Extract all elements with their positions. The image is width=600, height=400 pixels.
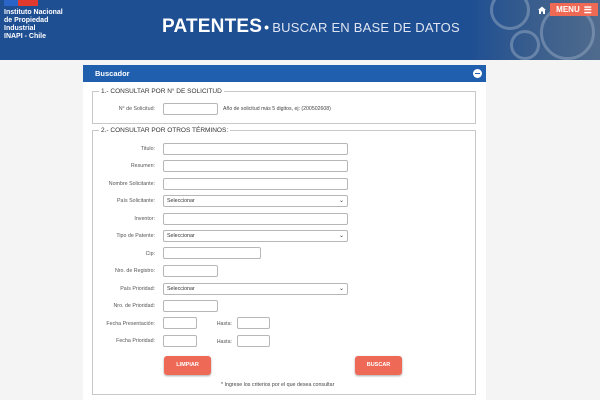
menu-label: MENU <box>556 5 580 14</box>
section-solicitud-legend: 1.- CONSULTAR POR N° DE SOLICITUD <box>99 88 224 95</box>
criteria-note: * Ingrese los criterios por el que desea… <box>221 382 334 388</box>
cip-label: Cip: <box>95 251 155 257</box>
chevron-down-icon: ⌄ <box>339 231 344 241</box>
solicitante-label: Nombre Solicitante: <box>95 181 155 187</box>
resumen-input[interactable] <box>163 160 348 172</box>
titulo-input[interactable] <box>163 143 348 155</box>
nro-registro-input[interactable] <box>163 265 218 277</box>
nro-prioridad-input[interactable] <box>163 300 218 312</box>
fecha-presentacion-hasta-input[interactable] <box>237 317 270 329</box>
fecha-prioridad-label: Fecha Prioridad: <box>95 338 155 344</box>
fecha-prioridad-hasta-input[interactable] <box>237 335 270 347</box>
pais-prioridad-select[interactable]: Seleccionar ⌄ <box>163 283 348 295</box>
nro-prioridad-label: Nro. de Prioridad: <box>95 303 155 309</box>
fecha-presentacion-label: Fecha Presentación: <box>95 321 155 327</box>
tipo-patente-value: Seleccionar <box>167 233 195 239</box>
buscador-panel-header[interactable]: Buscador <box>83 65 486 82</box>
panel-title: Buscador <box>95 69 130 78</box>
pais-solicitante-label: País Solicitante: <box>95 198 155 204</box>
inventor-label: Inventor: <box>95 216 155 222</box>
pais-solicitante-value: Seleccionar <box>167 198 195 204</box>
limpiar-button[interactable]: LIMPIAR <box>164 356 211 375</box>
minus-circle-icon[interactable] <box>473 69 482 78</box>
solicitud-label: N° de Solicitud: <box>95 106 155 112</box>
fecha-presentacion-hasta-label: Hasta: <box>172 321 232 327</box>
titulo-label: Titulo: <box>95 146 155 152</box>
solicitud-hint: Año de solicitud más 5 digitos, ej: (200… <box>223 106 331 112</box>
page-title-main: PATENTES <box>162 16 262 37</box>
chevron-down-icon: ⌄ <box>339 196 344 206</box>
chile-flag-stripe <box>4 0 38 6</box>
cip-input[interactable] <box>163 247 261 259</box>
tipo-patente-select[interactable]: Seleccionar ⌄ <box>163 230 348 242</box>
pais-prioridad-value: Seleccionar <box>167 286 195 292</box>
buscar-button[interactable]: BUSCAR <box>355 356 402 375</box>
solicitud-input[interactable] <box>163 103 218 115</box>
section-otros-legend: 2.- CONSULTAR POR OTROS TÉRMINOS: <box>99 127 230 134</box>
chevron-down-icon: ⌄ <box>339 284 344 294</box>
pais-prioridad-label: País Prioridad: <box>95 286 155 292</box>
title-separator: • <box>264 19 269 35</box>
page-subtitle: BUSCAR EN BASE DE DATOS <box>272 20 460 35</box>
resumen-label: Resumen: <box>95 163 155 169</box>
inapi-logo[interactable]: Instituto Nacional de Propiedad Industri… <box>0 0 62 60</box>
nro-registro-label: Nro. de Registro: <box>95 268 155 274</box>
menu-button[interactable]: MENU ☰ <box>550 3 598 16</box>
fecha-prioridad-hasta-label: Hasta: <box>172 339 232 345</box>
page-title: PATENTES•BUSCAR EN BASE DE DATOS <box>162 16 460 38</box>
pais-solicitante-select[interactable]: Seleccionar ⌄ <box>163 195 348 207</box>
inventor-input[interactable] <box>163 213 348 225</box>
site-header: Instituto Nacional de Propiedad Industri… <box>0 0 600 60</box>
logo-text: Instituto Nacional de Propiedad Industri… <box>4 9 74 41</box>
solicitante-input[interactable] <box>163 178 348 190</box>
hamburger-icon: ☰ <box>584 6 592 14</box>
tipo-patente-label: Tipo de Patente: <box>95 233 155 239</box>
home-icon[interactable] <box>537 5 547 15</box>
